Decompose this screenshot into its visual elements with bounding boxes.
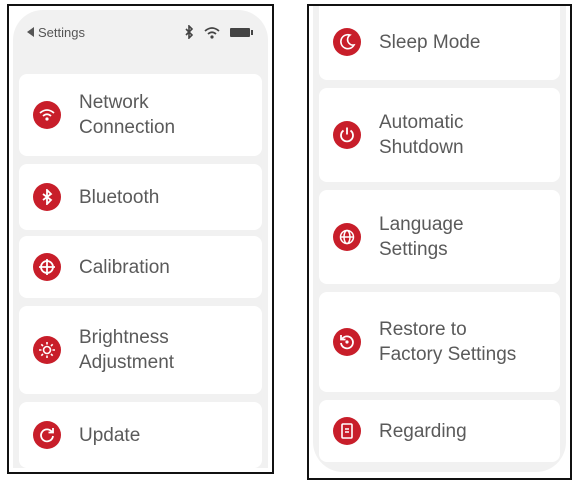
bluetooth-icon (33, 183, 61, 211)
crosshair-icon (33, 253, 61, 281)
menu-item-language-settings[interactable]: Language Settings (319, 190, 560, 284)
menu-item-label: Sleep Mode (379, 31, 481, 53)
menu-item-network-connection[interactable]: Network Connection (19, 74, 262, 156)
menu-item-restore-factory-settings[interactable]: Restore to Factory Settings (319, 292, 560, 392)
menu-item-sleep-mode[interactable]: Sleep Mode (319, 6, 560, 80)
menu-item-label: Restore to Factory Settings (379, 319, 517, 365)
moon-icon (333, 28, 361, 56)
restore-icon (333, 328, 361, 356)
power-icon (333, 121, 361, 149)
back-arrow-icon (27, 27, 34, 37)
status-bar: Settings (13, 10, 268, 54)
refresh-icon (33, 421, 61, 449)
menu-item-automatic-shutdown[interactable]: Automatic Shutdown (319, 88, 560, 182)
screen-right: Sleep Mode Automatic Shutdown Language S… (313, 6, 566, 472)
menu-item-label: Language Settings (379, 214, 464, 260)
info-icon (333, 417, 361, 445)
menu-item-label: Automatic Shutdown (379, 112, 464, 158)
back-button[interactable]: Settings (27, 25, 85, 40)
menu-item-label: Calibration (79, 256, 170, 278)
wifi-icon (33, 101, 61, 129)
status-icons (184, 25, 253, 39)
settings-screen-left: Settings Network Connection Bluetooth Ca… (7, 4, 274, 474)
bluetooth-status-icon (185, 25, 194, 39)
menu-item-bluetooth[interactable]: Bluetooth (19, 164, 262, 230)
back-label: Settings (38, 24, 85, 40)
wifi-status-icon (204, 26, 220, 39)
menu-item-label: Bluetooth (79, 186, 160, 208)
sun-icon (33, 336, 61, 364)
settings-screen-right: Sleep Mode Automatic Shutdown Language S… (307, 4, 572, 480)
battery-icon (230, 27, 253, 37)
menu-item-regarding[interactable]: Regarding (319, 400, 560, 462)
screen-left: Settings Network Connection Bluetooth Ca… (13, 10, 268, 468)
menu-item-label: Network Connection (79, 92, 176, 138)
menu-item-brightness-adjustment[interactable]: Brightness Adjustment (19, 306, 262, 394)
menu-item-calibration[interactable]: Calibration (19, 236, 262, 298)
menu-item-label: Update (79, 424, 141, 446)
menu-item-label: Brightness Adjustment (79, 327, 175, 373)
globe-icon (333, 223, 361, 251)
menu-item-update[interactable]: Update (19, 402, 262, 468)
menu-item-label: Regarding (379, 420, 467, 442)
